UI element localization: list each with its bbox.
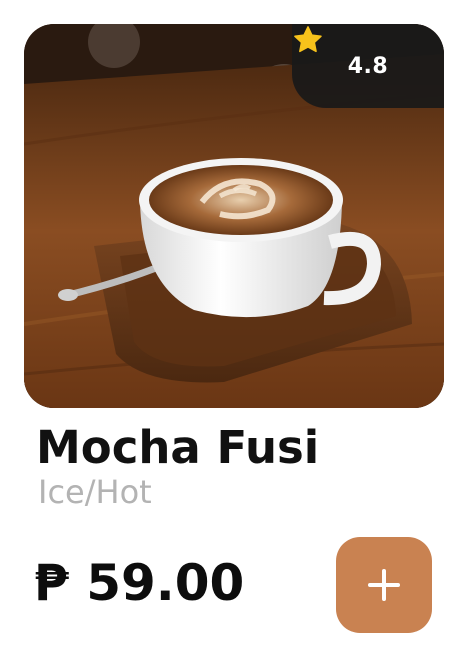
rating-badge: 4.8 xyxy=(292,24,444,108)
product-image: 4.8 xyxy=(24,24,444,408)
product-price: ₱ 59.00 xyxy=(34,554,245,612)
rating-value: 4.8 xyxy=(347,53,389,79)
product-name: Mocha Fusi xyxy=(36,421,320,474)
product-variant: Ice/Hot xyxy=(38,473,152,511)
product-card[interactable]: 4.8 Mocha Fusi Ice/Hot ₱ 59.00 xyxy=(0,0,468,666)
star-icon xyxy=(294,26,322,53)
add-to-cart-button[interactable] xyxy=(336,537,432,633)
plus-icon xyxy=(368,569,400,601)
